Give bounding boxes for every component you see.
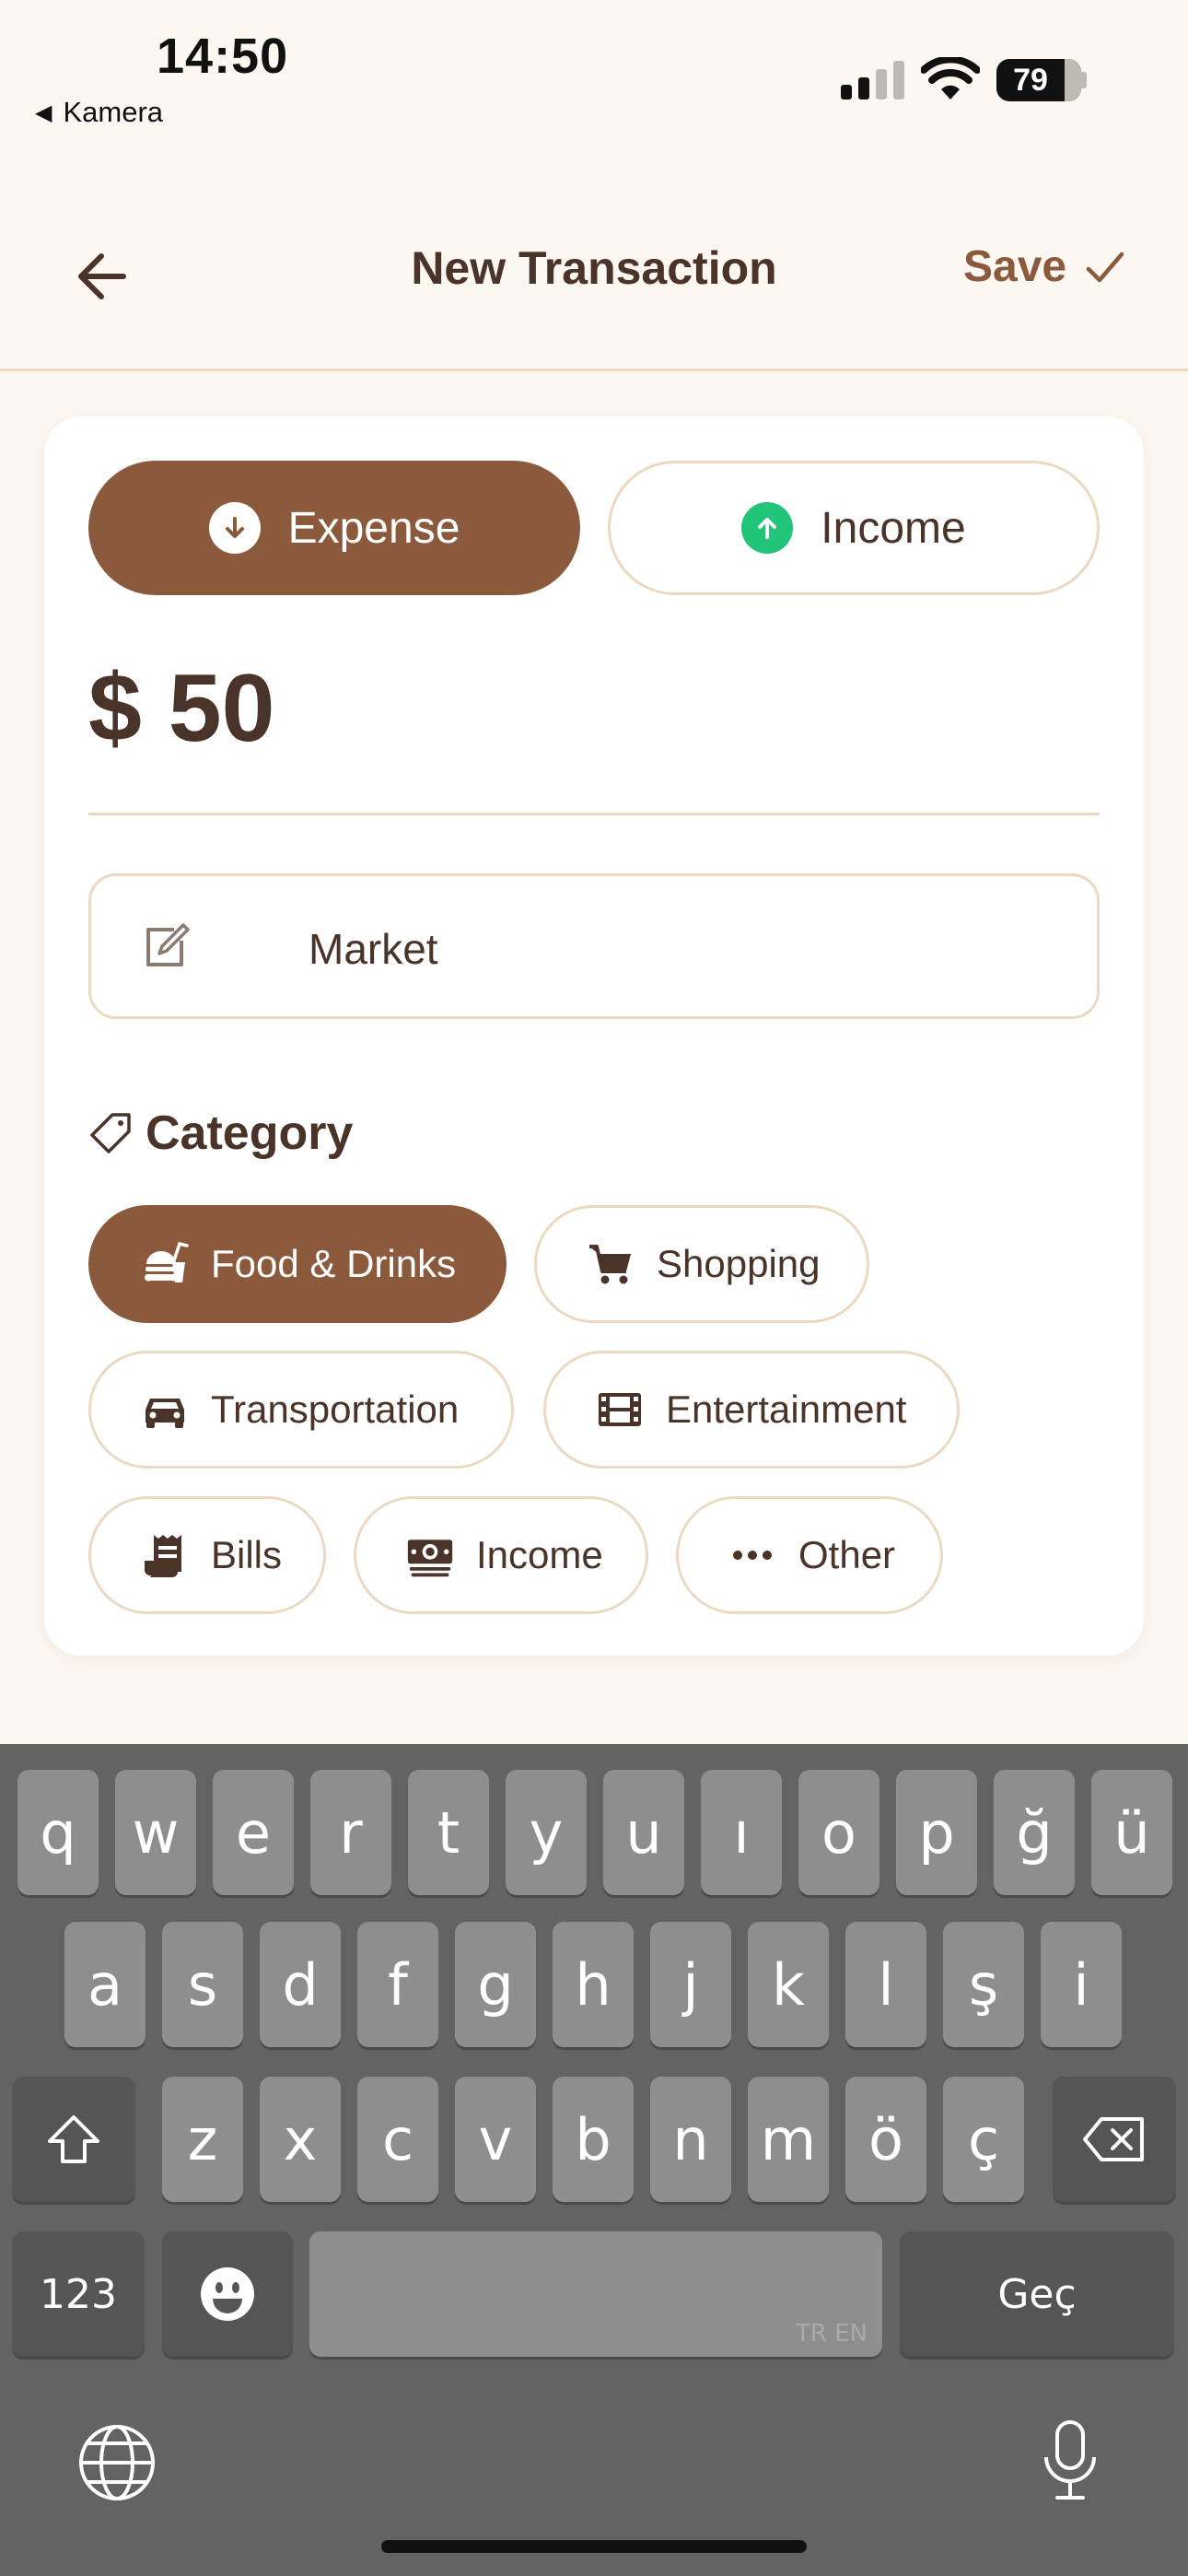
back-app-label: Kamera — [63, 96, 164, 128]
backspace-key[interactable] — [1053, 2077, 1176, 2202]
key[interactable]: j — [650, 1922, 731, 2047]
key[interactable]: k — [748, 1922, 829, 2047]
category-chip-label: Food & Drinks — [211, 1242, 457, 1285]
category-header: Category — [88, 1106, 353, 1161]
amount-value: 50 — [168, 655, 275, 762]
key[interactable]: ö — [845, 2077, 926, 2202]
tag-icon — [90, 1113, 131, 1153]
key[interactable]: f — [357, 1922, 438, 2047]
receipt-icon — [141, 1531, 189, 1579]
category-chip-label: Income — [476, 1533, 603, 1576]
key[interactable]: e — [213, 1770, 294, 1895]
back-to-app-link[interactable]: ◀ Kamera — [35, 96, 163, 129]
key[interactable]: w — [115, 1770, 196, 1895]
category-chip-transportation[interactable]: Transportation — [88, 1351, 514, 1469]
key[interactable]: g — [455, 1922, 536, 2047]
category-chip-bills[interactable]: Bills — [88, 1496, 326, 1614]
key[interactable]: q — [17, 1770, 99, 1895]
key[interactable]: z — [162, 2077, 243, 2202]
emoji-icon — [201, 2267, 254, 2321]
key[interactable]: c — [357, 2077, 438, 2202]
key[interactable]: ü — [1091, 1770, 1172, 1895]
category-chip-label: Entertainment — [666, 1388, 907, 1431]
category-chip-other[interactable]: Other — [676, 1496, 943, 1614]
globe-icon[interactable] — [77, 2423, 157, 2502]
cellular-signal-icon — [841, 61, 904, 100]
food-icon — [141, 1240, 189, 1288]
key[interactable]: v — [455, 2077, 536, 2202]
film-icon — [596, 1386, 644, 1434]
more-icon — [728, 1531, 776, 1579]
edit-icon — [146, 923, 190, 966]
battery-icon: 79 — [996, 59, 1081, 101]
emoji-key[interactable] — [162, 2231, 293, 2357]
shift-icon — [48, 2115, 99, 2163]
arrow-up-circle-icon — [741, 502, 794, 554]
battery-level: 79 — [1013, 62, 1048, 98]
note-input[interactable]: Market — [88, 873, 1100, 1019]
key[interactable]: h — [553, 1922, 634, 2047]
top-nav-bar: New Transaction Save — [0, 184, 1188, 369]
space-language-label: TR EN — [795, 2320, 868, 2348]
category-chip-label: Transportation — [211, 1388, 460, 1431]
expense-label: Expense — [287, 503, 460, 553]
header-divider — [0, 369, 1188, 371]
note-value: Market — [309, 925, 438, 973]
key[interactable]: ç — [943, 2077, 1024, 2202]
shift-key[interactable] — [12, 2077, 135, 2202]
save-label: Save — [963, 242, 1067, 291]
category-title: Category — [146, 1107, 354, 1160]
amount-underline — [88, 813, 1100, 815]
space-key[interactable]: TR EN — [309, 2231, 882, 2357]
numbers-key[interactable]: 123 — [12, 2231, 145, 2357]
key[interactable]: s — [162, 1922, 243, 2047]
income-toggle-button[interactable]: Income — [608, 461, 1100, 595]
category-chip-entertainment[interactable]: Entertainment — [543, 1351, 960, 1469]
save-button[interactable]: Save — [963, 241, 1127, 292]
key[interactable]: b — [553, 2077, 634, 2202]
category-chip-label: Other — [798, 1533, 896, 1576]
backspace-icon — [1083, 2117, 1144, 2161]
arrow-down-circle-icon — [208, 502, 261, 554]
key[interactable]: d — [260, 1922, 341, 2047]
category-chip-label: Shopping — [657, 1242, 821, 1285]
wifi-icon — [921, 57, 980, 100]
key[interactable]: l — [845, 1922, 926, 2047]
key[interactable]: n — [650, 2077, 731, 2202]
key[interactable]: m — [748, 2077, 829, 2202]
key[interactable]: p — [896, 1770, 977, 1895]
category-chip-shopping[interactable]: Shopping — [534, 1205, 869, 1323]
currency-symbol: $ — [88, 655, 142, 762]
cart-icon — [587, 1240, 635, 1288]
key[interactable]: ş — [943, 1922, 1024, 2047]
key[interactable]: r — [310, 1770, 391, 1895]
expense-toggle-button[interactable]: Expense — [88, 461, 580, 595]
money-icon — [406, 1531, 454, 1579]
transaction-form-card: Expense Income $ 50 Market Category Food… — [44, 416, 1144, 1656]
return-key[interactable]: Geç — [900, 2231, 1174, 2357]
key[interactable]: y — [506, 1770, 587, 1895]
key[interactable]: a — [64, 1922, 146, 2047]
back-triangle-icon: ◀ — [35, 100, 52, 125]
key[interactable]: x — [260, 2077, 341, 2202]
check-icon — [1086, 252, 1124, 282]
category-chip-label: Bills — [211, 1533, 283, 1576]
key[interactable]: o — [798, 1770, 879, 1895]
key[interactable]: ğ — [994, 1770, 1075, 1895]
key[interactable]: u — [603, 1770, 684, 1895]
home-indicator[interactable] — [381, 2540, 807, 2553]
key[interactable]: i — [1041, 1922, 1122, 2047]
key[interactable]: ı — [701, 1770, 782, 1895]
key[interactable]: t — [408, 1770, 489, 1895]
income-label: Income — [821, 503, 966, 553]
category-chip-income[interactable]: Income — [354, 1496, 648, 1614]
microphone-icon[interactable] — [1041, 2418, 1100, 2501]
amount-input[interactable]: $ 50 — [88, 654, 274, 764]
car-icon — [141, 1386, 189, 1434]
category-chip-food-drinks[interactable]: Food & Drinks — [88, 1205, 507, 1323]
status-time: 14:50 — [157, 29, 289, 84]
